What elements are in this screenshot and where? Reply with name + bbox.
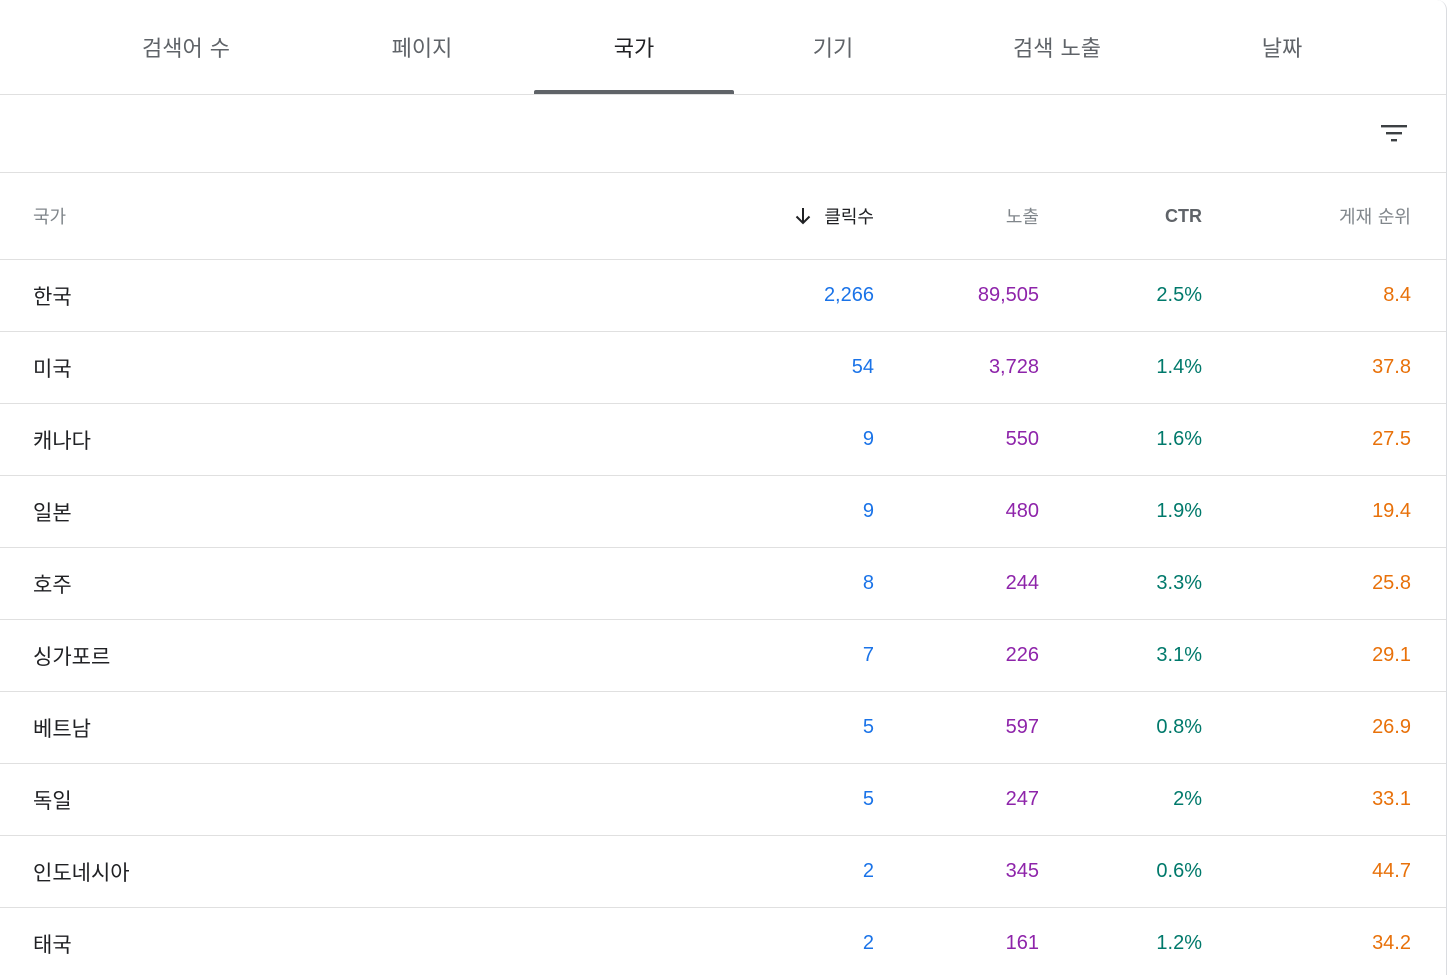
- table-row[interactable]: 독일 5 247 2% 33.1: [0, 764, 1446, 836]
- table-row[interactable]: 미국 54 3,728 1.4% 37.8: [0, 332, 1446, 404]
- country-cell: 베트남: [33, 716, 91, 741]
- country-cell: 일본: [33, 500, 72, 525]
- table-row[interactable]: 한국 2,266 89,505 2.5% 8.4: [0, 260, 1446, 332]
- ctr-cell: 3.3%: [1156, 572, 1202, 594]
- position-cell: 25.8: [1372, 572, 1411, 594]
- ctr-cell: 1.4%: [1156, 356, 1202, 378]
- table-row[interactable]: 베트남 5 597 0.8% 26.9: [0, 692, 1446, 764]
- impressions-cell: 244: [1005, 572, 1039, 594]
- column-header-country-label: 국가: [33, 207, 67, 228]
- column-header-impressions-label: 노출: [1005, 207, 1039, 228]
- column-header-position[interactable]: 게재 순위: [1339, 173, 1411, 259]
- position-cell: 8.4: [1383, 284, 1411, 306]
- clicks-cell: 5: [862, 716, 874, 738]
- country-cell: 싱가포르: [33, 644, 111, 669]
- position-cell: 19.4: [1372, 500, 1411, 522]
- ctr-cell: 0.8%: [1156, 716, 1202, 738]
- filter-icon[interactable]: [1378, 117, 1410, 149]
- column-header-ctr[interactable]: CTR: [1165, 173, 1202, 259]
- table-row[interactable]: 호주 8 244 3.3% 25.8: [0, 548, 1446, 620]
- position-cell: 26.9: [1372, 716, 1411, 738]
- table-row[interactable]: 싱가포르 7 226 3.1% 29.1: [0, 620, 1446, 692]
- ctr-cell: 2.5%: [1156, 284, 1202, 306]
- column-header-clicks[interactable]: 클릭수: [794, 173, 874, 259]
- impressions-cell: 226: [1005, 644, 1039, 666]
- table-row[interactable]: 인도네시아 2 345 0.6% 44.7: [0, 836, 1446, 908]
- tab-pages[interactable]: 페이지: [322, 0, 522, 94]
- column-header-position-label: 게재 순위: [1339, 207, 1411, 228]
- tab-dates[interactable]: 날짜: [1182, 0, 1382, 94]
- table-toolbar: [0, 95, 1446, 173]
- ctr-cell: 0.6%: [1156, 860, 1202, 882]
- tab-devices[interactable]: 기기: [733, 0, 933, 94]
- country-cell: 인도네시아: [33, 860, 130, 885]
- clicks-cell: 5: [862, 788, 874, 810]
- ctr-cell: 2%: [1173, 788, 1202, 810]
- country-cell: 독일: [33, 788, 72, 813]
- country-cell: 호주: [33, 572, 72, 597]
- ctr-cell: 1.2%: [1156, 932, 1202, 954]
- clicks-cell: 54: [851, 356, 874, 378]
- clicks-cell: 9: [862, 500, 874, 522]
- tab-countries[interactable]: 국가: [534, 0, 734, 94]
- tab-search-appearance[interactable]: 검색 노출: [957, 0, 1157, 94]
- performance-card: 검색어 수 페이지 국가 기기 검색 노출 날짜 국가 클릭수 노출 CTR 게…: [0, 0, 1447, 975]
- position-cell: 29.1: [1372, 644, 1411, 666]
- dimension-tabs: 검색어 수 페이지 국가 기기 검색 노출 날짜: [0, 0, 1446, 95]
- impressions-cell: 480: [1005, 500, 1039, 522]
- position-cell: 37.8: [1372, 356, 1411, 378]
- impressions-cell: 3,728: [988, 356, 1039, 378]
- position-cell: 27.5: [1372, 428, 1411, 450]
- clicks-cell: 9: [862, 428, 874, 450]
- table-row[interactable]: 일본 9 480 1.9% 19.4: [0, 476, 1446, 548]
- table-row[interactable]: 캐나다 9 550 1.6% 27.5: [0, 404, 1446, 476]
- impressions-cell: 345: [1005, 860, 1039, 882]
- ctr-cell: 3.1%: [1156, 644, 1202, 666]
- arrow-down-icon: [794, 206, 812, 226]
- column-header-ctr-label: CTR: [1165, 205, 1202, 226]
- country-cell: 미국: [33, 356, 72, 381]
- table-header: 국가 클릭수 노출 CTR 게재 순위: [0, 173, 1446, 260]
- ctr-cell: 1.6%: [1156, 428, 1202, 450]
- impressions-cell: 550: [1005, 428, 1039, 450]
- column-header-country[interactable]: 국가: [33, 173, 66, 259]
- impressions-cell: 161: [1005, 932, 1039, 954]
- country-cell: 태국: [33, 932, 72, 957]
- position-cell: 44.7: [1372, 860, 1411, 882]
- impressions-cell: 89,505: [977, 284, 1039, 306]
- clicks-cell: 2,266: [823, 284, 874, 306]
- active-tab-indicator: [534, 90, 734, 94]
- column-header-impressions[interactable]: 노출: [1006, 173, 1039, 259]
- table-body: 한국 2,266 89,505 2.5% 8.4 미국 54 3,728 1.4…: [0, 260, 1446, 975]
- column-header-clicks-label: 클릭수: [824, 207, 874, 228]
- impressions-cell: 247: [1005, 788, 1039, 810]
- table-row[interactable]: 태국 2 161 1.2% 34.2: [0, 908, 1446, 975]
- tab-queries[interactable]: 검색어 수: [86, 0, 286, 94]
- clicks-cell: 8: [862, 572, 874, 594]
- ctr-cell: 1.9%: [1156, 500, 1202, 522]
- clicks-cell: 7: [862, 644, 874, 666]
- position-cell: 34.2: [1372, 932, 1411, 954]
- country-cell: 캐나다: [33, 428, 91, 453]
- country-cell: 한국: [33, 284, 72, 309]
- position-cell: 33.1: [1372, 788, 1411, 810]
- clicks-cell: 2: [862, 860, 874, 882]
- clicks-cell: 2: [862, 932, 874, 954]
- impressions-cell: 597: [1005, 716, 1039, 738]
